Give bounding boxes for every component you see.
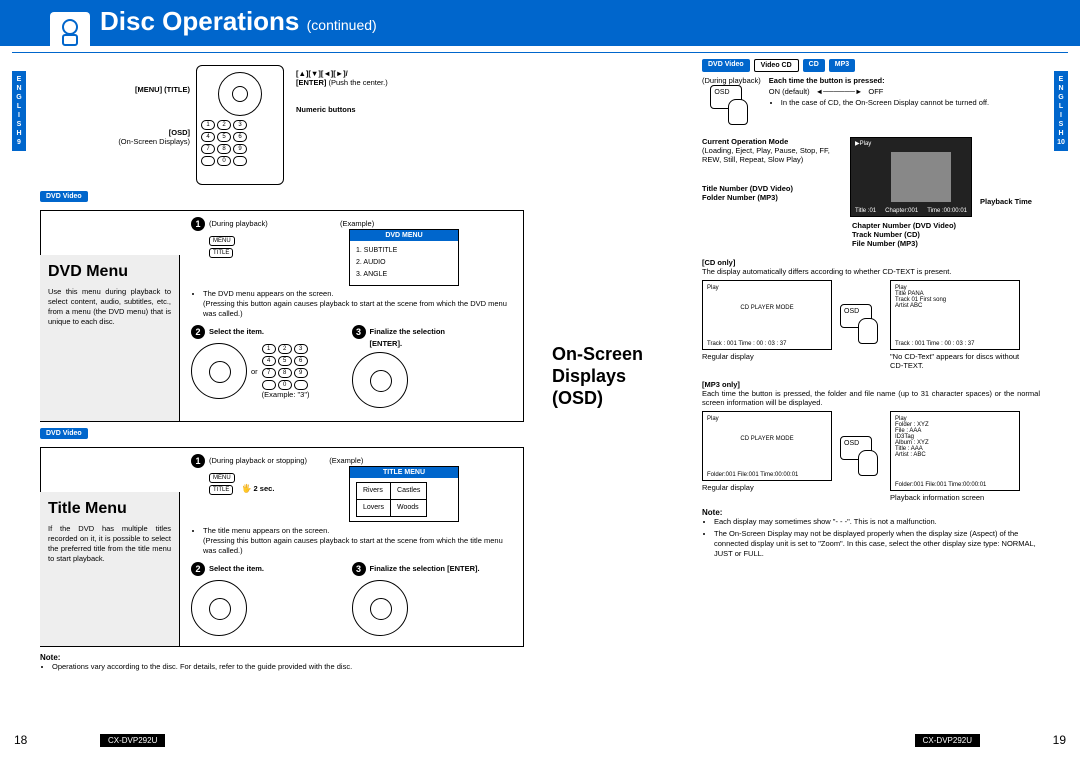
remote-diagram: 1234567890: [196, 65, 284, 185]
osd-press-icon-mp3: OSD: [840, 436, 882, 478]
dvd-step1: (During playback): [209, 219, 268, 228]
label-osd-sub: (On-Screen Displays): [40, 137, 190, 146]
dvd-example-label: (Example): [340, 219, 374, 228]
label-nav: [▲][▼][◄][►]/: [296, 69, 524, 78]
step-3-icon: 3: [352, 325, 366, 339]
page-right: ENGLISH10 On-Screen Displays (OSD) DVD V…: [540, 53, 1080, 753]
menu-button-icon-2: MENU: [209, 473, 235, 483]
side-tab-left: ENGLISH9: [12, 71, 26, 151]
step-2-icon: 2: [191, 325, 205, 339]
joystick-icon: [191, 343, 247, 399]
title-num-label: Title Number (DVD Video): [702, 184, 842, 193]
dvd-step2: Select the item.: [209, 327, 264, 336]
title-menu-desc: If the DVD has multiple titles recorded …: [48, 524, 171, 564]
section-title-menu: Title Menu If the DVD has multiple title…: [40, 447, 524, 647]
media-tags-row: DVD Video Video CD CD MP3: [702, 59, 1040, 72]
title-example-box: TITLE MENU RiversCastlesLoversWoods: [349, 466, 459, 522]
mp3-regular-screen: Play CD PLAYER MODE Folder:001 File:001 …: [702, 411, 832, 481]
label-menu-title: [MENU] (TITLE): [40, 85, 190, 94]
step-1-icon: 1: [191, 217, 205, 231]
osd-press-icon-cd: OSD: [840, 304, 882, 346]
playback-time-label: Playback Time: [980, 197, 1040, 206]
left-note-text: Operations vary according to the disc. F…: [52, 662, 524, 672]
cd-only-label: [CD only]: [702, 258, 1040, 267]
tag-dvd-1: DVD Video: [40, 191, 88, 202]
osd-title-block: On-Screen Displays (OSD): [552, 343, 682, 409]
cd-regular-screen: Play CD PLAYER MODE Track : 001 Time : 0…: [702, 280, 832, 350]
page-header: Disc Operations (continued): [0, 0, 1080, 46]
file-num-label: File Number (MP3): [852, 239, 1040, 248]
tm-step1: (During playback or stopping): [209, 456, 307, 465]
no-cdtext-label: "No CD-Text" appears for discs without C…: [890, 352, 1020, 370]
dvd-menu-title: DVD Menu: [48, 263, 171, 281]
dvd-step3: Finalize the selection[ENTER].: [352, 327, 445, 348]
joystick-icon-2: [191, 580, 247, 636]
joystick-enter-icon: [352, 352, 408, 408]
tm-bullet: The title menu appears on the screen.(Pr…: [203, 526, 513, 556]
mp3-regular-label: Regular display: [702, 483, 832, 492]
section-dvd-menu: DVD Menu Use this menu during playback t…: [40, 210, 524, 422]
chapter-num-label: Chapter Number (DVD Video): [852, 221, 1040, 230]
side-tab-right: ENGLISH10: [1054, 71, 1068, 151]
title-button-icon-2: TITLE: [209, 485, 233, 495]
tm-step2: Select the item.: [209, 564, 264, 573]
tm-step-2-icon: 2: [191, 562, 205, 576]
disc-operator-icon: [50, 12, 90, 52]
label-numeric: Numeric buttons: [296, 105, 524, 114]
osd-each-press: Each time the button is pressed:: [769, 76, 1040, 85]
page-title: Disc Operations (continued): [100, 6, 377, 37]
osd-button-press-icon: OSD: [710, 85, 752, 127]
osd-during: (During playback): [702, 76, 761, 85]
joystick-enter-icon-2: [352, 580, 408, 636]
track-num-label: Track Number (CD): [852, 230, 1040, 239]
mp3-info-screen: Play Folder : XYZ File : AAA ID3Tag Albu…: [890, 411, 1020, 491]
cd-text-screen: Play Title PANA Track 01 First song Arti…: [890, 280, 1020, 350]
tm-step3: Finalize the selection [ENTER].: [370, 564, 480, 573]
title-menu-title: Title Menu: [48, 500, 171, 518]
menu-button-icon: MENU: [209, 236, 235, 246]
footer-model-right: CX-DVP292U: [915, 734, 980, 747]
page-number-right: 19: [1053, 733, 1066, 747]
dvd-playback-screenshot: ▶Play Title :01Chapter:001Time :00:00:01: [850, 137, 972, 217]
title-button-icon: TITLE: [209, 248, 233, 258]
osd-note1: Each display may sometimes show "- - -".…: [714, 517, 1040, 527]
curr-mode-label: Current Operation Mode: [702, 137, 842, 146]
tag-cd: CD: [803, 59, 825, 72]
cd-regular-label: Regular display: [702, 352, 832, 361]
mp3-only-label: [MP3 only]: [702, 380, 1040, 389]
tag-dvd-2: DVD Video: [40, 428, 88, 439]
tag-mp3: MP3: [829, 59, 855, 72]
osd-note2: The On-Screen Display may not be display…: [714, 529, 1040, 559]
cd-text: The display automatically differs accord…: [702, 267, 1040, 276]
tag-dvd: DVD Video: [702, 59, 750, 72]
dvd-example-box: DVD MENU 1. SUBTITLE 2. AUDIO 3. ANGLE: [349, 229, 459, 286]
page-left: ENGLISH9 [MENU] (TITLE) [OSD] (On-Screen…: [0, 53, 540, 753]
footer-model-left: CX-DVP292U: [100, 734, 165, 747]
curr-mode-sub: (Loading, Eject, Play, Pause, Stop, FF, …: [702, 146, 842, 164]
label-osd: [OSD]: [40, 128, 190, 137]
label-enter: [ENTER] (Push the center.): [296, 78, 524, 87]
dvd-bullet: The DVD menu appears on the screen.(Pres…: [203, 289, 513, 319]
folder-num-label: Folder Number (MP3): [702, 193, 842, 202]
mp3-playback-label: Playback information screen: [890, 493, 1020, 502]
mp3-text: Each time the button is pressed, the fol…: [702, 389, 1040, 407]
osd-cd-note: In the case of CD, the On-Screen Display…: [781, 98, 1040, 108]
tm-step-3-icon: 3: [352, 562, 366, 576]
dvd-menu-desc: Use this menu during playback to select …: [48, 287, 171, 327]
tm-step-1-icon: 1: [191, 454, 205, 468]
tag-vcd: Video CD: [754, 59, 799, 72]
tm-example-label: (Example): [329, 456, 363, 465]
page-number-left: 18: [14, 733, 27, 747]
left-note-label: Note:: [40, 653, 524, 662]
osd-note-label: Note:: [702, 508, 1040, 517]
